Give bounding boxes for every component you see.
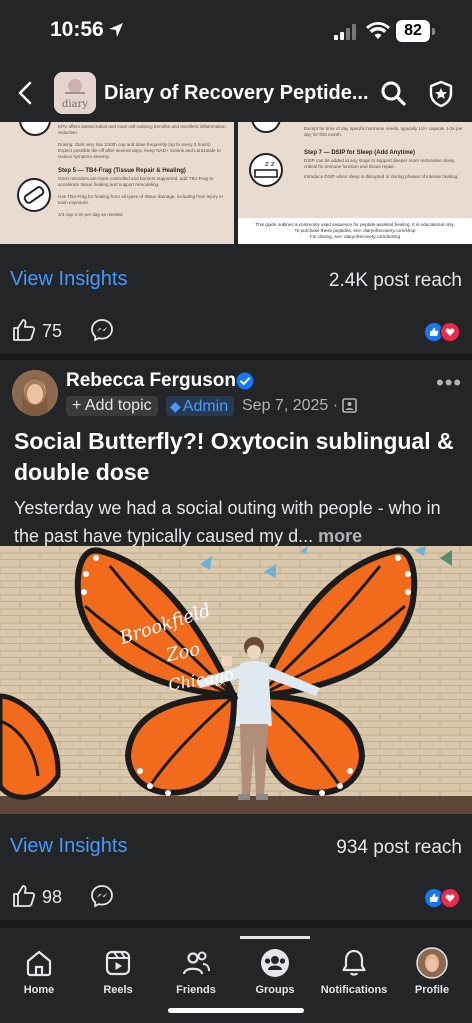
nav-home[interactable]: Home [0,946,79,996]
admin-diamond-icon: ◆ [170,398,181,414]
post-image-guide-right[interactable]: z z Except for time of day specific horm… [238,122,472,244]
guide-line: 1/4 cap 2-3x per day as needed [58,212,123,217]
view-insights-link[interactable]: View Insights [10,835,127,858]
guide-line: Once microbes are more controlled and ba… [58,176,214,187]
nav-label: Notifications [320,984,388,996]
guide-line: DSIP can be added at any stage to suppor… [304,158,456,169]
guide-line: Use TB4-Frag for healing from all types … [58,194,224,205]
cellular-signal-icon [334,24,356,40]
post-body: Yesterday we had a social outing with pe… [14,494,464,550]
love-reaction-icon [440,888,460,908]
post-body-text: Yesterday we had a social outing with pe… [14,498,441,546]
home-icon [26,950,52,977]
bell-icon [342,949,366,976]
guide-line: KPV offers antimicrobial and mast cell-c… [58,124,226,135]
group-header: diary Diary of Recovery Peptide... [0,62,472,122]
reaction-summary[interactable] [424,322,462,342]
guide-step-title: Step 5 — TB4-Frag (Tissue Repair & Heali… [58,168,186,174]
guide-line: Expect possible die-off after several da… [58,148,221,159]
like-icon[interactable] [12,884,36,908]
group-title[interactable]: Diary of Recovery Peptide... [104,82,369,105]
nav-label: Reels [103,984,133,996]
post-image-guide-left[interactable]: KPV offers antimicrobial and mast cell-c… [0,122,234,244]
back-arrow-icon[interactable] [14,80,38,106]
admin-label: Admin [182,398,229,415]
nav-friends[interactable]: Friends [156,946,236,996]
location-arrow-icon [109,23,123,37]
post-reach: 934 post reach [336,837,462,858]
wifi-icon [366,22,390,39]
group-members-privacy-icon [342,398,357,413]
see-more-link[interactable]: more [318,526,362,546]
add-topic-button[interactable]: + Add topic [66,396,158,416]
like-count: 75 [42,321,63,341]
admin-badge: ◆ Admin [166,396,235,416]
svg-text:z z: z z [265,160,275,168]
status-bar: 10:56 82 [0,0,472,62]
butterfly-mural [0,546,472,814]
battery-cap [432,28,435,35]
friends-icon [182,951,210,975]
view-insights-link[interactable]: View Insights [10,268,127,291]
nav-label: Friends [176,984,216,996]
guide-step-title: Step 7 — DSIP for Sleep (Add Anytime) [304,150,416,156]
profile-avatar-icon [416,947,448,979]
love-reaction-icon [440,322,460,342]
author-avatar[interactable] [12,370,58,416]
post-image-butterfly-mural[interactable]: Brookfield Zoo Chicago [0,546,472,814]
post-date[interactable]: Sep 7, 2025 · [242,396,338,416]
guide-line: Except for time of day specific hormone … [304,126,463,137]
messenger-icon[interactable] [90,318,114,342]
post-title: Social Butterfly?! Oxytocin sublingual &… [14,428,454,485]
active-tab-indicator [240,936,310,939]
messenger-icon[interactable] [90,884,114,908]
group-avatar[interactable]: diary [54,72,96,114]
author-photo [12,370,58,416]
feed-divider [0,354,472,360]
guide-footer-line: For dosing, see: diaryofrecovery.com/dos… [309,234,401,239]
nav-label: Profile [414,984,450,996]
battery-indicator: 82 [396,20,430,42]
reaction-summary[interactable] [424,888,462,908]
nav-reels[interactable]: Reels [78,946,158,996]
nav-label: Home [23,984,55,996]
guide-line: Introduce DSIP when sleep is disrupted o… [304,174,459,179]
verified-badge-icon [236,372,254,390]
groups-icon [261,949,289,977]
like-count: 98 [42,887,63,907]
home-indicator-bar[interactable] [168,1008,304,1013]
status-time: 10:56 [50,18,104,41]
nav-profile[interactable]: Profile [392,946,472,996]
post-options-icon[interactable]: ••• [436,370,462,396]
like-icon[interactable] [12,318,36,342]
guide-illustration: z z [249,122,283,187]
post-reach: 2.4K post reach [328,270,462,291]
nav-groups[interactable]: Groups [235,946,315,996]
search-icon[interactable] [380,80,406,106]
reels-icon [105,950,131,976]
nav-notifications[interactable]: Notifications [314,946,394,996]
author-name[interactable]: Rebecca Ferguson [66,370,236,392]
nav-label: Groups [255,984,295,996]
admin-shield-icon[interactable] [428,80,454,108]
feed-divider [0,920,472,928]
group-logo-text: diary [62,99,88,110]
